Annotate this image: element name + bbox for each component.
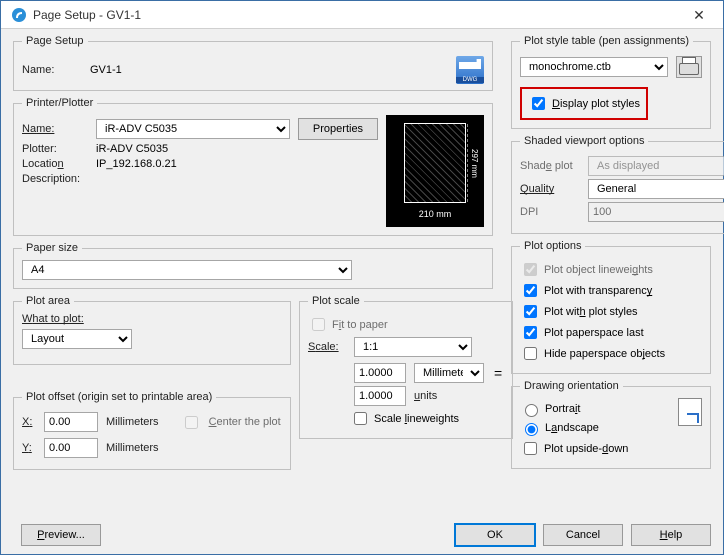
opt-plot-styles-label: Plot with plot styles bbox=[544, 306, 638, 318]
page-setup-name-value: GV1-1 bbox=[90, 64, 122, 76]
offset-y-unit: Millimeters bbox=[106, 442, 159, 454]
window-title: Page Setup - GV1-1 bbox=[33, 8, 679, 22]
shaded-viewport-group: Shaded viewport options Shade plot As di… bbox=[511, 135, 724, 234]
quality-select[interactable]: General bbox=[588, 179, 724, 199]
offset-y-label: Y: bbox=[22, 442, 36, 454]
plot-area-group: Plot area What to plot: Layout bbox=[13, 295, 291, 365]
location-label: Location bbox=[22, 158, 88, 170]
dpi-label: DPI bbox=[520, 206, 580, 218]
plot-scale-legend: Plot scale bbox=[308, 295, 364, 307]
scale-num-input[interactable] bbox=[354, 363, 406, 383]
scale-num-unit-select[interactable]: Millimeters bbox=[414, 363, 484, 383]
opt-transparency-checkbox[interactable] bbox=[524, 284, 537, 297]
plot-area-legend: Plot area bbox=[22, 295, 74, 307]
opt-lineweights-checkbox bbox=[524, 263, 537, 276]
printer-name-select[interactable]: iR-ADV C5035 bbox=[96, 119, 290, 139]
page-setup-group: Page Setup Name: GV1-1 bbox=[13, 35, 493, 91]
plotter-label: Plotter: bbox=[22, 143, 88, 155]
dwg-icon bbox=[456, 56, 484, 84]
display-plot-styles-highlight: Display plot styles bbox=[520, 87, 648, 120]
opt-hide-paperspace-checkbox[interactable] bbox=[524, 347, 537, 360]
equals-sign: = bbox=[492, 365, 504, 381]
offset-x-label: X: bbox=[22, 416, 36, 428]
titlebar: Page Setup - GV1-1 ✕ bbox=[1, 1, 723, 29]
plot-offset-legend: Plot offset (origin set to printable are… bbox=[22, 391, 216, 403]
paper-height-dim: 297 mm bbox=[467, 124, 479, 202]
preview-button[interactable]: Preview... bbox=[21, 524, 101, 546]
portrait-label: Portrait bbox=[545, 403, 580, 415]
printer-icon bbox=[679, 57, 699, 75]
cancel-button[interactable]: Cancel bbox=[543, 524, 623, 546]
paper-size-group: Paper size A4 bbox=[13, 242, 493, 289]
printer-legend: Printer/Plotter bbox=[22, 97, 97, 109]
quality-label: Quality bbox=[520, 183, 580, 195]
dialog-footer: Preview... OK Cancel Help bbox=[13, 524, 711, 546]
printer-group: Printer/Plotter Name: iR-ADV C5035 Prope… bbox=[13, 97, 493, 236]
ok-button[interactable]: OK bbox=[455, 524, 535, 546]
plotter-value: iR-ADV C5035 bbox=[96, 143, 168, 155]
center-plot-label: Center the plot bbox=[209, 416, 281, 428]
opt-hide-paperspace-label: Hide paperspace objects bbox=[544, 348, 665, 360]
style-table-edit-button[interactable] bbox=[676, 56, 702, 78]
center-plot-checkbox bbox=[185, 416, 198, 429]
orientation-icon bbox=[678, 398, 702, 426]
offset-x-input[interactable] bbox=[44, 412, 98, 432]
close-button[interactable]: ✕ bbox=[679, 2, 719, 28]
fit-to-paper-label: Fit to paper bbox=[332, 319, 388, 331]
fit-to-paper-checkbox bbox=[312, 318, 325, 331]
upside-down-label: Plot upside-down bbox=[544, 443, 628, 455]
scale-lineweights-checkbox[interactable] bbox=[354, 412, 367, 425]
landscape-radio[interactable] bbox=[525, 423, 538, 436]
printer-name-label: Name: bbox=[22, 123, 88, 135]
scale-den-unit-label: units bbox=[414, 390, 484, 402]
paper-width-dim: 210 mm bbox=[419, 209, 452, 219]
display-plot-styles-checkbox[interactable] bbox=[532, 97, 545, 110]
shade-plot-label: Shade plot bbox=[520, 160, 580, 172]
opt-lineweights-label: Plot object lineweights bbox=[544, 264, 653, 276]
landscape-label: Landscape bbox=[545, 422, 599, 434]
scale-lineweights-label: Scale lineweights bbox=[374, 413, 459, 425]
upside-down-checkbox[interactable] bbox=[524, 442, 537, 455]
opt-transparency-label: Plot with transparency bbox=[544, 285, 652, 297]
shade-plot-select: As displayed bbox=[588, 156, 724, 176]
scale-label: Scale: bbox=[308, 341, 346, 353]
style-table-legend: Plot style table (pen assignments) bbox=[520, 35, 693, 47]
page-setup-legend: Page Setup bbox=[22, 35, 88, 47]
description-label: Description: bbox=[22, 173, 88, 185]
dpi-input bbox=[588, 202, 724, 222]
page-setup-name-label: Name: bbox=[22, 64, 82, 76]
shaded-viewport-legend: Shaded viewport options bbox=[520, 135, 648, 147]
what-to-plot-select[interactable]: Layout bbox=[22, 329, 132, 349]
help-button[interactable]: Help bbox=[631, 524, 711, 546]
opt-plot-styles-checkbox[interactable] bbox=[524, 305, 537, 318]
plot-options-group: Plot options Plot object lineweights Plo… bbox=[511, 240, 711, 374]
style-table-group: Plot style table (pen assignments) monoc… bbox=[511, 35, 711, 129]
app-icon bbox=[11, 7, 27, 23]
paper-size-legend: Paper size bbox=[22, 242, 82, 254]
paper-preview: 297 mm 210 mm bbox=[386, 115, 484, 227]
offset-x-unit: Millimeters bbox=[106, 416, 159, 428]
scale-select[interactable]: 1:1 bbox=[354, 337, 472, 357]
what-to-plot-label: What to plot: bbox=[22, 313, 282, 325]
plot-offset-group: Plot offset (origin set to printable are… bbox=[13, 391, 291, 470]
orientation-group: Drawing orientation Portrait Landscape P… bbox=[511, 380, 711, 469]
display-plot-styles-label: Display plot styles bbox=[552, 98, 640, 110]
plot-options-legend: Plot options bbox=[520, 240, 585, 252]
offset-y-input[interactable] bbox=[44, 438, 98, 458]
printer-properties-button[interactable]: Properties bbox=[298, 118, 378, 140]
plot-scale-group: Plot scale Fit to paper Scale: 1:1 Milli… bbox=[299, 295, 513, 439]
style-table-select[interactable]: monochrome.ctb bbox=[520, 57, 668, 77]
scale-den-input[interactable] bbox=[354, 386, 406, 406]
paper-size-select[interactable]: A4 bbox=[22, 260, 352, 280]
opt-paperspace-last-label: Plot paperspace last bbox=[544, 327, 644, 339]
orientation-legend: Drawing orientation bbox=[520, 380, 623, 392]
page-setup-dialog: Page Setup - GV1-1 ✕ Page Setup Name: GV… bbox=[0, 0, 724, 555]
opt-paperspace-last-checkbox[interactable] bbox=[524, 326, 537, 339]
portrait-radio[interactable] bbox=[525, 404, 538, 417]
location-value: IP_192.168.0.21 bbox=[96, 158, 177, 170]
